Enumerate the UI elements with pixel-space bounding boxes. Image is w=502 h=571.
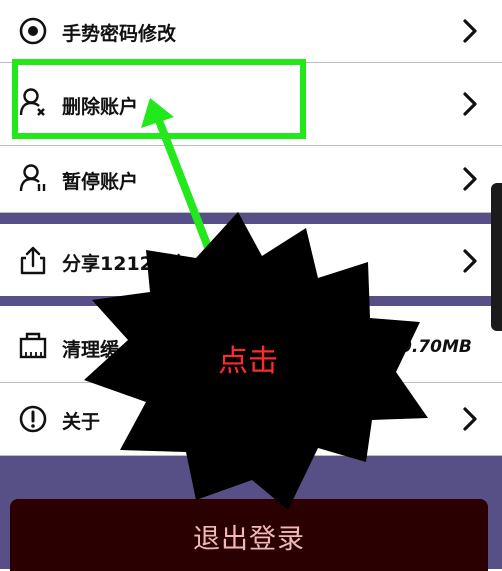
click-hint-text: 点击 [218, 344, 278, 379]
tap-annotation-overlay [84, 98, 428, 510]
